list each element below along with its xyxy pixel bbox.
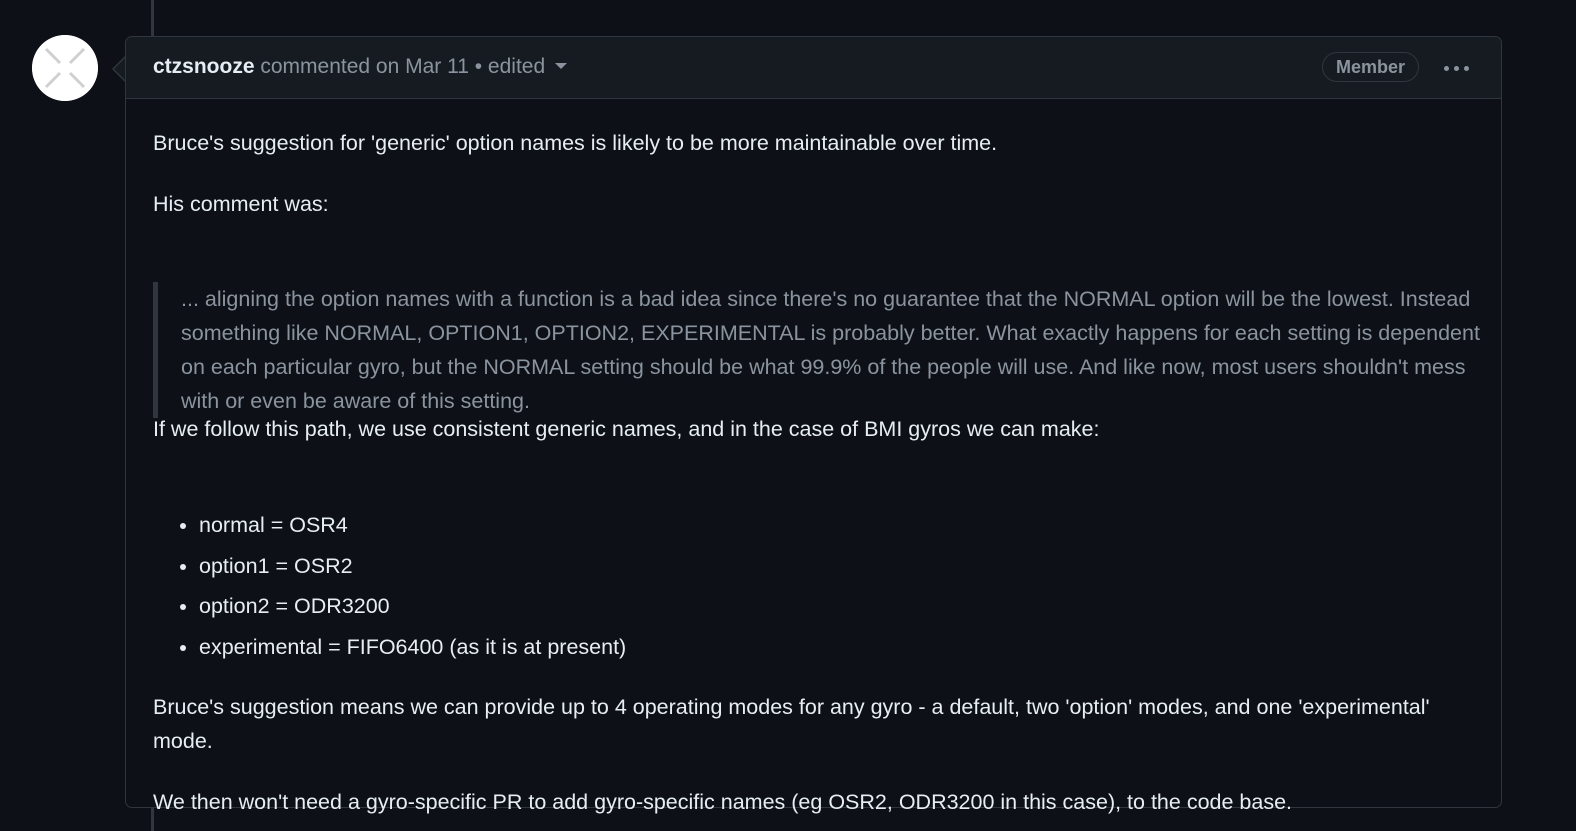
comment-paragraph: Bruce's suggestion for 'generic' option … [153, 131, 998, 155]
comment-meta-text[interactable]: commented on Mar 11 • edited [260, 55, 545, 78]
author-link[interactable]: ctzsnooze [153, 55, 255, 78]
list-item: experimental = FIFO6400 (as it is at pre… [199, 630, 626, 671]
member-badge: Member [1322, 52, 1420, 82]
comment-box: ctzsnooze commented on Mar 11 • edited M… [125, 36, 1502, 814]
kebab-dot [1443, 65, 1449, 71]
list-item: normal = OSR4 [199, 508, 626, 549]
kebab-dot [1453, 65, 1459, 71]
blockquote: ... aligning the option names with a fun… [153, 282, 1480, 418]
kebab-dot [1463, 65, 1469, 71]
list-item: option1 = OSR2 [199, 549, 626, 590]
comment-paragraph: If we follow this path, we use consisten… [153, 417, 1100, 441]
timeline-page: ctzsnooze commented on Mar 11 • edited M… [0, 0, 1576, 831]
blockquote-text: ... aligning the option names with a fun… [181, 287, 1480, 413]
comment-paragraph: We then won't need a gyro-specific PR to… [153, 790, 1293, 814]
list-item: option2 = ODR3200 [199, 589, 626, 630]
comment-header: ctzsnooze commented on Mar 11 • edited M… [126, 37, 1501, 99]
avatar-identicon-icon [32, 35, 98, 101]
triangle-down-icon[interactable] [555, 63, 568, 70]
comment-paragraph: His comment was: [153, 192, 329, 216]
comment-header-meta: ctzsnooze commented on Mar 11 • edited [153, 54, 568, 80]
comment-paragraph: Bruce's suggestion means we can provide … [153, 695, 1430, 753]
kebab-horizontal-icon[interactable] [1438, 55, 1474, 81]
bullet-list: normal = OSR4 option1 = OSR2 option2 = O… [153, 508, 626, 670]
avatar[interactable] [32, 35, 98, 101]
